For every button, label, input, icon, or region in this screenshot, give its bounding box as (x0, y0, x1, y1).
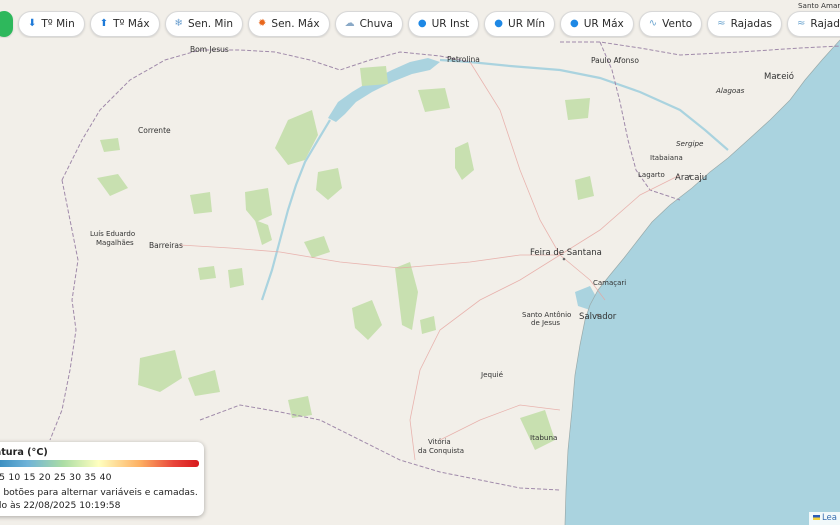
thermometer-low-icon: ⬇ (28, 18, 37, 29)
layer-button-label: Tº Máx (113, 18, 150, 30)
fire-icon: ✹ (258, 18, 267, 29)
place-label: Itabaiana (650, 154, 683, 162)
layer-button-ur-m-n[interactable]: ● UR Mín (484, 11, 555, 37)
snowflake-icon: ❄ (174, 18, 183, 29)
layer-button-label: UR Mín (508, 18, 545, 30)
layer-button-label: Chuva (359, 18, 393, 30)
legend-hint: os botões para alternar variáveis e cama… (0, 487, 198, 498)
map-legend: ratura (°C) 0 5 10 15 20 25 30 35 40 os … (0, 442, 204, 516)
layer-button-vento[interactable]: ∿ Vento (638, 11, 703, 37)
layer-button-label: Sen. Máx (271, 18, 320, 30)
place-label: Maceió (764, 71, 794, 82)
place-label: de Jesus (531, 319, 560, 327)
layer-button-ur-m-x[interactable]: ● UR Máx (559, 11, 634, 37)
wind-gust-icon: ≈ (796, 18, 806, 29)
place-label: Santo Antônio (522, 311, 571, 319)
place-label: Alagoas (715, 86, 745, 95)
layer-button-ur-inst[interactable]: ● UR Inst (407, 11, 480, 37)
place-label: Camaçari (593, 279, 626, 287)
layer-button-label: Vento (662, 18, 693, 30)
place-label: Sergipe (676, 139, 704, 148)
place-label: Bom Jesus (190, 45, 229, 54)
layer-button-sen-m-x[interactable]: ✹ Sen. Máx (248, 11, 330, 37)
layer-button-label: Sen. Min (187, 18, 234, 30)
layer-button-label: UR Máx (583, 18, 624, 30)
legend-scale-ticks: 0 5 10 15 20 25 30 35 40 (0, 472, 112, 483)
rain-cloud-icon: ☁ (344, 18, 355, 29)
place-label: Feira de Santana (530, 248, 602, 258)
layer-button-rajadas-max[interactable]: ≈ Rajadas Max (786, 11, 840, 37)
place-label: Luís Eduardo (90, 230, 135, 238)
place-label: Salvador (579, 312, 617, 322)
place-label: Jequié (480, 370, 504, 379)
droplet-icon: ● (494, 18, 504, 29)
layer-button-label: UR Inst (431, 18, 470, 30)
place-label: Lagarto (638, 171, 665, 179)
variable-toolbar: ⬇ Tº Min ⬆ Tº Máx ❄ Sen. Min ✹ Sen. Máx ☁ Chuva ● U… (0, 10, 840, 38)
legend-title: ratura (°C) (0, 447, 48, 458)
layer-button-chuva[interactable]: ☁ Chuva (334, 11, 403, 37)
place-label: Magalhães (96, 239, 134, 247)
layer-button-t-m-x[interactable]: ⬆ Tº Máx (89, 11, 160, 37)
place-label: Petrolina (447, 55, 480, 64)
place-label: Paulo Afonso (591, 56, 639, 65)
layer-button-label: Rajadas Max (810, 18, 840, 30)
layer-button-label: Tº Min (41, 18, 75, 30)
wind-icon: ∿ (648, 18, 658, 29)
layer-button-label: Rajadas (730, 18, 772, 30)
place-label: Corrente (138, 126, 171, 135)
layer-button-active-layer[interactable] (0, 11, 13, 37)
place-label: Barreiras (149, 241, 183, 250)
place-label: da Conquista (418, 447, 464, 455)
legend-color-scale (0, 460, 199, 467)
droplet-icon: ● (417, 18, 427, 29)
droplet-icon: ● (569, 18, 579, 29)
place-label: Santo Amar (798, 1, 840, 10)
layer-button-t-min[interactable]: ⬇ Tº Min (18, 11, 85, 37)
thermometer-high-icon: ⬆ (99, 18, 109, 29)
map-attribution[interactable]: Lea (808, 512, 840, 525)
wind-gust-icon: ≈ (717, 18, 726, 29)
layer-button-sen-min[interactable]: ❄ Sen. Min (164, 11, 244, 37)
flag-icon (812, 515, 820, 520)
layer-button-rajadas[interactable]: ≈ Rajadas (707, 11, 782, 37)
place-label: Itabuna (530, 433, 557, 442)
place-label: Vitória (428, 438, 451, 446)
legend-updated-time: ado às 22/08/2025 10:19:58 (0, 500, 121, 511)
attribution-link[interactable]: Lea (822, 513, 837, 523)
place-label: Aracaju (675, 173, 707, 183)
